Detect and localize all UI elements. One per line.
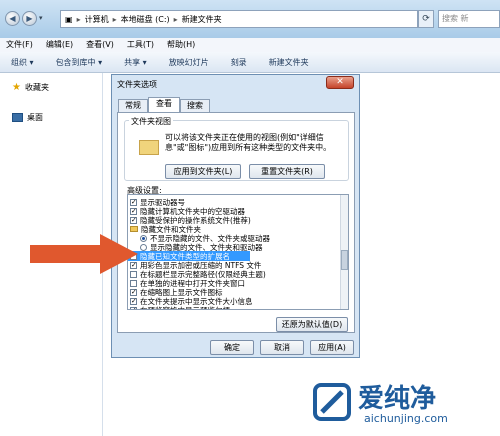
setting-row[interactable]: ✓ 用彩色显示加密或压缩的 NTFS 文件 [128, 260, 338, 270]
include-in-library-button[interactable]: 包含到库中 ▾ [45, 57, 114, 68]
watermark-text: 爱纯净 [358, 384, 437, 414]
setting-row[interactable]: ✓ 在缩略图上显示文件图标 [128, 287, 338, 297]
watermark-url: aichunjing.com [364, 412, 448, 425]
restore-defaults-button[interactable]: 还原为默认值(D) [276, 317, 348, 332]
tab-search[interactable]: 搜索 [180, 99, 210, 112]
burn-button[interactable]: 刻录 [220, 57, 258, 68]
desktop-icon [12, 113, 23, 122]
folder-view-group: 可以将该文件夹正在使用的视图(例如"详细信息"或"图标")应用到所有这种类型的文… [124, 120, 349, 181]
breadcrumb-drive[interactable]: 本地磁盘 (C:) [121, 14, 170, 25]
tab-general[interactable]: 常规 [118, 99, 148, 112]
address-bar[interactable]: ▣ ▸ 计算机 ▸ 本地磁盘 (C:) ▸ 新建文件夹 [60, 10, 418, 28]
nav-favorites[interactable]: ★ 收藏夹 [12, 82, 49, 93]
radio-button[interactable] [140, 243, 147, 251]
watermark-logo-icon [313, 383, 351, 421]
forward-button[interactable]: ▶ [22, 11, 37, 26]
arrow-shape [30, 234, 138, 274]
advanced-settings-list[interactable]: ✓ 在预览窗格中显示预览句柄 ✓ 在文件夹提示中显示文件大小信息 ✓ 在缩略图上显示文件图… [127, 194, 349, 310]
folder-view-label: 文件夹视图 [129, 116, 173, 127]
breadcrumb-folder[interactable]: 新建文件夹 [182, 14, 222, 25]
new-folder-button[interactable]: 新建文件夹 [258, 57, 320, 68]
breadcrumb-separator: ▸ [76, 14, 81, 24]
search-input[interactable]: 搜索 新 [438, 10, 500, 28]
checkbox[interactable]: ✓ [130, 306, 137, 309]
tab-view[interactable]: 查看 [148, 97, 180, 113]
menu-help[interactable]: 帮助(H) [167, 38, 195, 52]
computer-icon: ▣ [65, 14, 73, 24]
close-button[interactable]: ✕ [326, 76, 354, 89]
menu-bar: 文件(F) 编辑(E) 查看(V) 工具(T) 帮助(H) [0, 38, 500, 52]
recent-pages-chevron-icon[interactable]: ▾ [39, 14, 43, 22]
apply-to-folders-button[interactable]: 应用到文件夹(L) [165, 164, 241, 179]
checkbox[interactable]: ✓ [130, 207, 137, 215]
apply-button[interactable]: 应用(A) [310, 340, 354, 355]
ok-button[interactable]: 确定 [210, 340, 254, 355]
share-button[interactable]: 共享 ▾ [113, 57, 158, 68]
star-icon: ★ [12, 82, 21, 93]
setting-row[interactable]: ✓ 隐藏受保护的操作系统文件(推荐) [128, 215, 338, 225]
view-tab-panel: 可以将该文件夹正在使用的视图(例如"详细信息"或"图标")应用到所有这种类型的文… [117, 112, 355, 333]
scrollbar-thumb[interactable] [341, 250, 348, 270]
setting-row[interactable]: 隐藏文件和文件夹 [128, 224, 338, 234]
checkbox[interactable]: ✓ [130, 216, 137, 224]
organize-button[interactable]: 组织 ▾ [0, 57, 45, 68]
checkbox[interactable] [130, 279, 137, 287]
setting-row[interactable]: 显示隐藏的文件、文件夹和驱动器 [128, 242, 348, 252]
breadcrumb-separator: ▸ [173, 14, 178, 24]
menu-tools[interactable]: 工具(T) [127, 38, 154, 52]
folder-icon [139, 140, 159, 155]
menu-view[interactable]: 查看(V) [86, 38, 114, 52]
command-bar: 组织 ▾ 包含到库中 ▾ 共享 ▾ 放映幻灯片 刻录 新建文件夹 [0, 52, 500, 73]
folder-options-dialog: 文件夹选项 ✕ 常规 查看 搜索 可以将该文件夹正在使用的视图(例如"详细信息"… [111, 74, 360, 358]
checkbox[interactable]: ✓ [130, 297, 137, 305]
nav-desktop-label: 桌面 [27, 113, 43, 122]
slideshow-button[interactable]: 放映幻灯片 [158, 57, 220, 68]
radio-button[interactable] [140, 234, 147, 242]
reset-folders-button[interactable]: 重置文件夹(R) [249, 164, 325, 179]
back-button[interactable]: ◀ [5, 11, 20, 26]
folder-icon [130, 226, 138, 232]
setting-row[interactable]: 在标题栏显示完整路径(仅限经典主题) [128, 269, 338, 279]
checkbox[interactable]: ✓ [130, 288, 137, 296]
folder-view-description: 可以将该文件夹正在使用的视图(例如"详细信息"或"图标")应用到所有这种类型的文… [165, 133, 332, 152]
menu-file[interactable]: 文件(F) [6, 38, 33, 52]
setting-row[interactable]: 不显示隐藏的文件、文件夹或驱动器 [128, 233, 348, 243]
pointer-arrow-icon [30, 234, 138, 274]
setting-row[interactable]: ✓ 隐藏计算机文件夹中的空驱动器 [128, 206, 338, 216]
nav-favorites-label: 收藏夹 [24, 83, 49, 92]
setting-label: 显示驱动器号 [140, 197, 185, 207]
checkbox[interactable]: ✓ [130, 198, 137, 206]
breadcrumb-separator: ▸ [112, 14, 117, 24]
dialog-title: 文件夹选项 [117, 80, 157, 89]
setting-row[interactable]: ✓ 在文件夹提示中显示文件大小信息 [128, 296, 338, 306]
menu-edit[interactable]: 编辑(E) [46, 38, 73, 52]
setting-row[interactable]: 隐藏已知文件类型的扩展名 [128, 251, 250, 261]
cancel-button[interactable]: 取消 [260, 340, 304, 355]
setting-row[interactable]: 在单独的进程中打开文件夹窗口 [128, 278, 338, 288]
refresh-button[interactable]: ⟳ [418, 10, 434, 28]
breadcrumb-computer[interactable]: 计算机 [85, 14, 109, 25]
setting-row[interactable]: ✓ 显示驱动器号 [128, 197, 338, 207]
nav-desktop[interactable]: 桌面 [12, 112, 43, 123]
